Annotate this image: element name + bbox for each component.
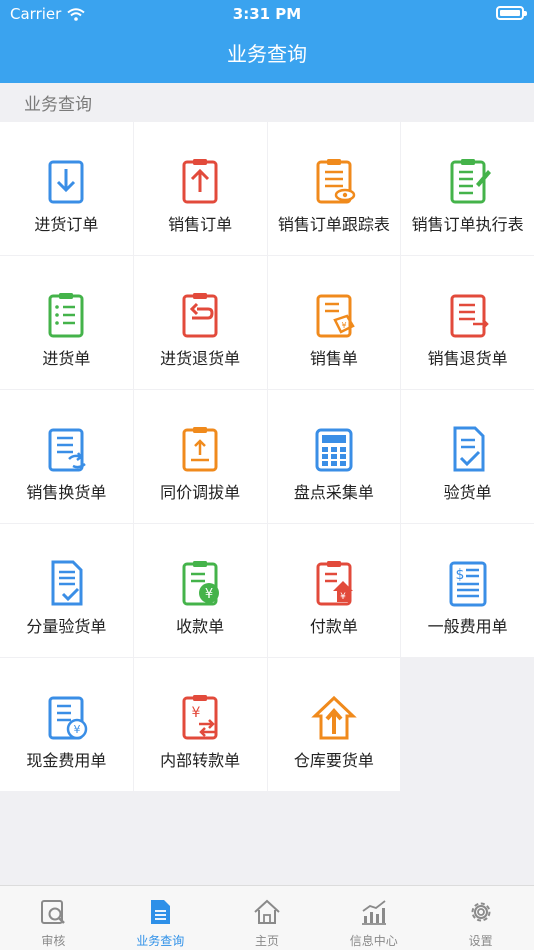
sales-order-tracking-icon — [316, 159, 356, 204]
business-query-grid: 进货订单 销售订单 销售订单跟踪表 销售订单执行表 进货单 进货退货单 ¥ 销售单 销售退货单销… — [0, 122, 534, 791]
partial-inspection-icon — [51, 560, 83, 606]
svg-text:¥: ¥ — [192, 705, 201, 721]
svg-text:¥: ¥ — [340, 592, 346, 602]
svg-text:¥: ¥ — [205, 587, 213, 602]
tile-partial-inspection[interactable]: 分量验货单 — [0, 524, 133, 657]
tile-label: 销售退货单 — [427, 349, 508, 368]
audit-icon — [41, 900, 66, 924]
tile-label: 付款单 — [309, 617, 358, 636]
tab-gear[interactable]: 设置 — [427, 886, 534, 950]
tile-label: 进货退货单 — [160, 349, 241, 368]
tile-label: 盘点采集单 — [293, 483, 374, 502]
transfer-icon — [182, 427, 218, 472]
home-icon — [254, 899, 280, 924]
tile-general-expense[interactable]: $ 一般费用单 — [401, 524, 534, 657]
tab-label: 设置 — [468, 934, 493, 948]
tab-audit[interactable]: 审核 — [0, 886, 107, 950]
tile-label: 仓库要货单 — [293, 751, 374, 770]
payment-icon: ¥ — [316, 561, 353, 606]
nav-bar: 业务查询 — [0, 28, 534, 83]
tile-cash-expense[interactable]: ¥ 现金费用单 — [0, 658, 133, 791]
tile-label: 销售订单 — [168, 215, 233, 234]
tile-sales-return[interactable]: 销售退货单 — [401, 256, 534, 389]
tile-sales-order-tracking[interactable]: 销售订单跟踪表 — [267, 122, 401, 255]
sales-order-icon — [182, 159, 218, 204]
tile-sales-receipt[interactable]: ¥ 销售单 — [267, 256, 401, 389]
svg-text:¥: ¥ — [341, 321, 346, 330]
tile-label: 销售订单执行表 — [411, 215, 524, 234]
sales-return-icon — [450, 294, 489, 338]
warehouse-request-icon — [311, 695, 357, 740]
tab-chart[interactable]: 信息中心 — [320, 886, 427, 950]
tile-label: 进货单 — [42, 349, 91, 368]
tab-label: 信息中心 — [349, 934, 398, 948]
tile-label: 验货单 — [443, 483, 492, 502]
clock: 3:31 PM — [232, 5, 302, 23]
tile-payment[interactable]: ¥ 付款单 — [267, 524, 401, 657]
tile-label: 销售换货单 — [26, 483, 107, 502]
tile-warehouse-request[interactable]: 仓库要货单 — [267, 658, 401, 791]
receipt-payment-icon: ¥ — [182, 561, 220, 606]
purchase-order-icon — [48, 160, 84, 204]
tab-label: 审核 — [41, 934, 66, 948]
inspection-icon — [453, 426, 485, 472]
tile-label: 销售订单跟踪表 — [277, 215, 390, 234]
chart-icon — [361, 900, 386, 925]
document-icon — [151, 900, 171, 924]
purchase-return-icon — [182, 293, 218, 338]
tile-inventory-count[interactable]: 盘点采集单 — [267, 390, 401, 523]
tab-document[interactable]: 业务查询 — [107, 886, 214, 950]
sales-exchange-icon — [48, 428, 87, 472]
tile-purchase-return[interactable]: 进货退货单 — [133, 256, 267, 389]
general-expense-icon: $ — [449, 561, 487, 607]
gear-icon — [471, 902, 491, 922]
internal-transfer-icon: ¥ — [182, 695, 218, 740]
tile-internal-transfer[interactable]: ¥ 内部转款单 — [133, 658, 267, 791]
tile-receipt-payment[interactable]: ¥ 收款单 — [133, 524, 267, 657]
tile-label: 收款单 — [176, 617, 225, 636]
battery-icon — [496, 6, 527, 20]
svg-text:¥: ¥ — [74, 723, 81, 736]
tab-label: 主页 — [254, 934, 279, 948]
svg-text:$: $ — [455, 567, 464, 583]
section-title: 业务查询 — [24, 95, 92, 115]
sales-order-execution-icon — [450, 159, 491, 204]
tile-inspection[interactable]: 验货单 — [401, 390, 534, 523]
tile-purchase-receipt[interactable]: 进货单 — [0, 256, 133, 389]
cash-expense-icon: ¥ — [48, 696, 88, 740]
inventory-count-icon — [315, 428, 353, 472]
purchase-receipt-icon — [48, 293, 84, 338]
tile-label: 销售单 — [309, 349, 358, 368]
tile-sales-order[interactable]: 销售订单 — [133, 122, 267, 255]
tile-sales-order-execution[interactable]: 销售订单执行表 — [401, 122, 534, 255]
page-title: 业务查询 — [227, 42, 307, 66]
tab-label: 业务查询 — [136, 934, 185, 948]
tab-bar: 审核 业务查询 主页 信息中心 设置 — [0, 885, 534, 950]
tile-transfer[interactable]: 同价调拔单 — [133, 390, 267, 523]
tile-sales-exchange[interactable]: 销售换货单 — [0, 390, 133, 523]
tile-label: 分量验货单 — [26, 617, 107, 636]
tile-label: 进货订单 — [34, 215, 99, 234]
tile-purchase-order[interactable]: 进货订单 — [0, 122, 133, 255]
tile-label: 一般费用单 — [427, 617, 508, 636]
tile-label: 同价调拔单 — [160, 483, 241, 502]
tile-label: 现金费用单 — [26, 751, 107, 770]
tab-home[interactable]: 主页 — [214, 886, 321, 950]
tile-label: 内部转款单 — [160, 751, 241, 770]
status-bar: Carrier 3:31 PM — [0, 0, 534, 28]
sales-receipt-icon: ¥ — [316, 294, 355, 338]
